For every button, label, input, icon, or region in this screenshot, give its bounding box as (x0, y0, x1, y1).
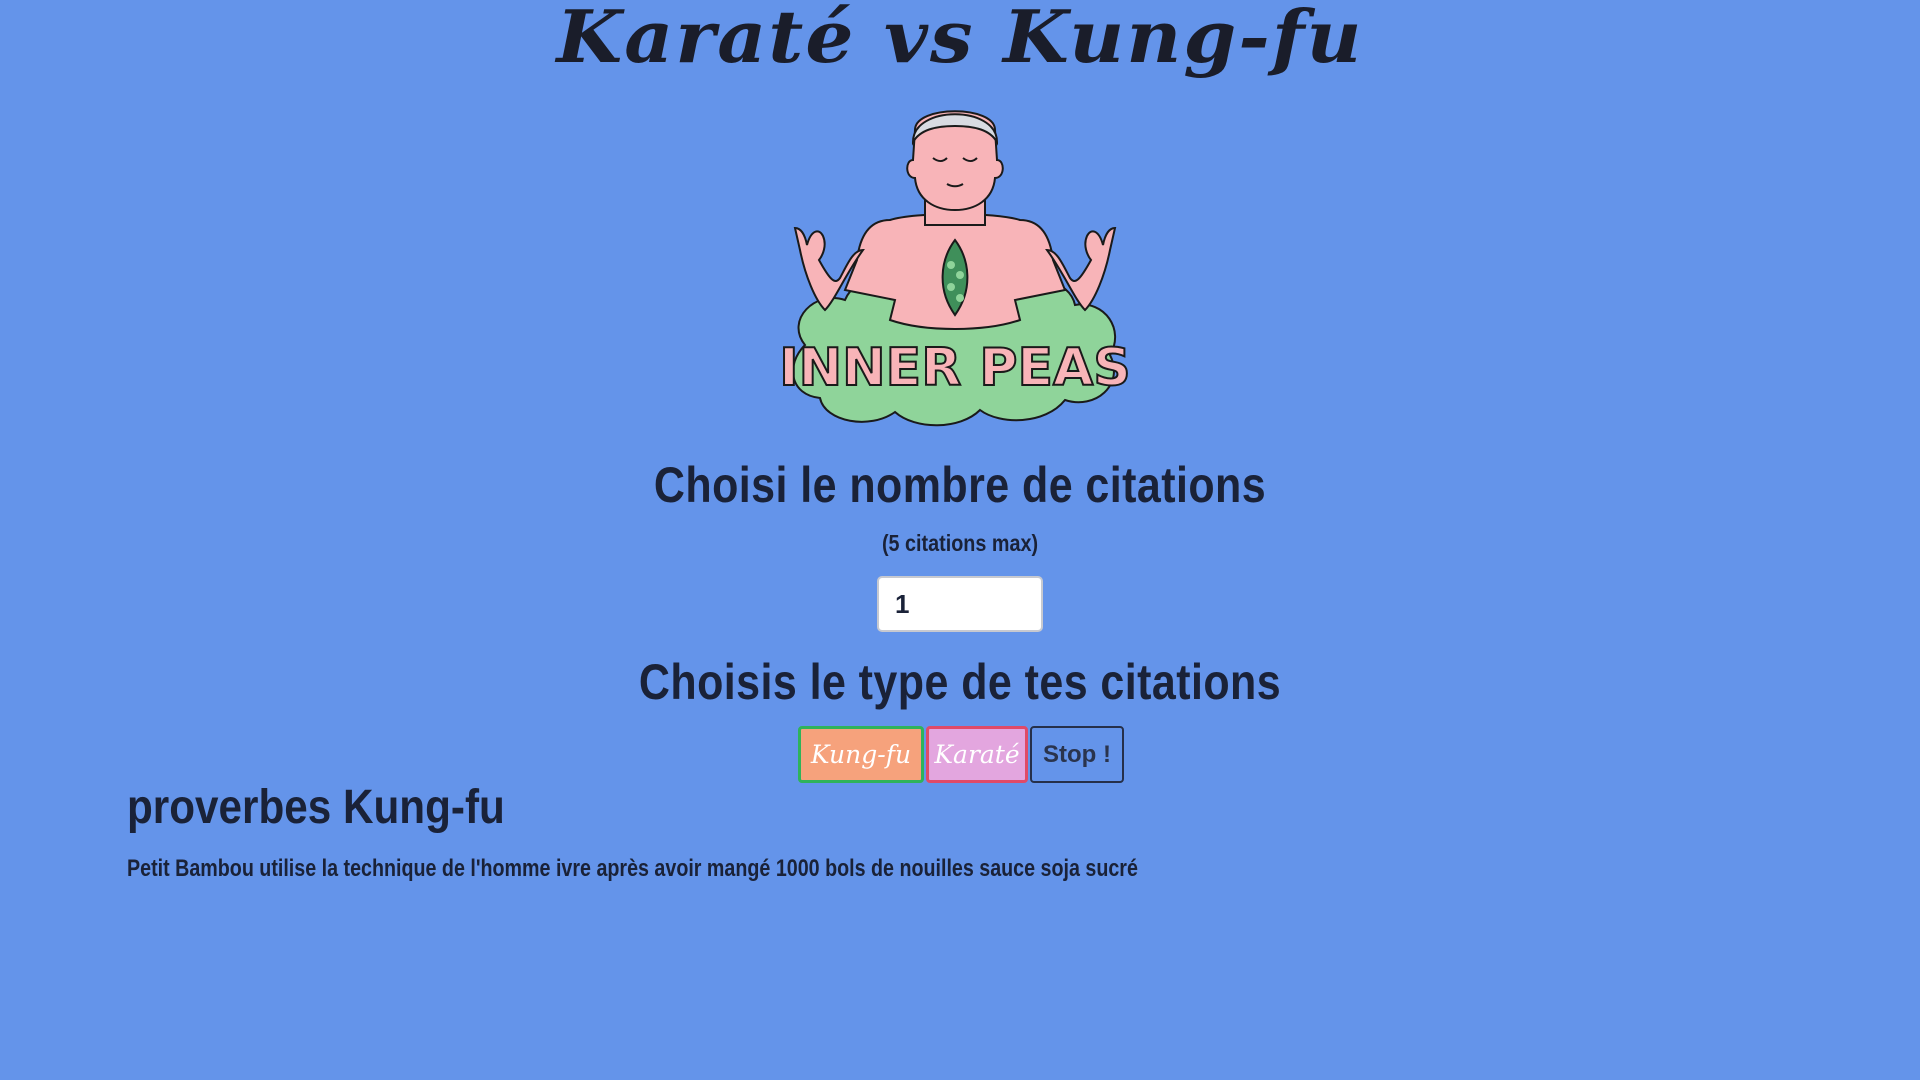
stop-button[interactable]: Stop ! (1030, 726, 1124, 783)
karate-button[interactable]: Karaté (926, 726, 1028, 783)
svg-text:INNER PEAS: INNER PEAS (779, 338, 1130, 398)
kungfu-button[interactable]: Kung-fu (798, 726, 924, 783)
count-hint: (5 citations max) (881, 530, 1039, 556)
site-title: Karaté vs Kung-fu (556, 0, 1364, 79)
type-button-group: Kung-fu Karaté Stop ! (798, 726, 1124, 783)
quote-item: Petit Bambou utilise la technique de l'h… (127, 855, 1138, 882)
results-title: proverbes Kung-fu (127, 781, 505, 834)
inner-peas-logo: INNER PEAS (778, 110, 1132, 427)
type-heading: Choisis le type de tes citations (638, 654, 1282, 710)
count-heading: Choisi le nombre de citations (653, 457, 1267, 513)
quote-count-input[interactable] (877, 576, 1043, 632)
page: Karaté vs Kung-fu INNER PEAS Choisi le n… (0, 0, 1920, 1080)
